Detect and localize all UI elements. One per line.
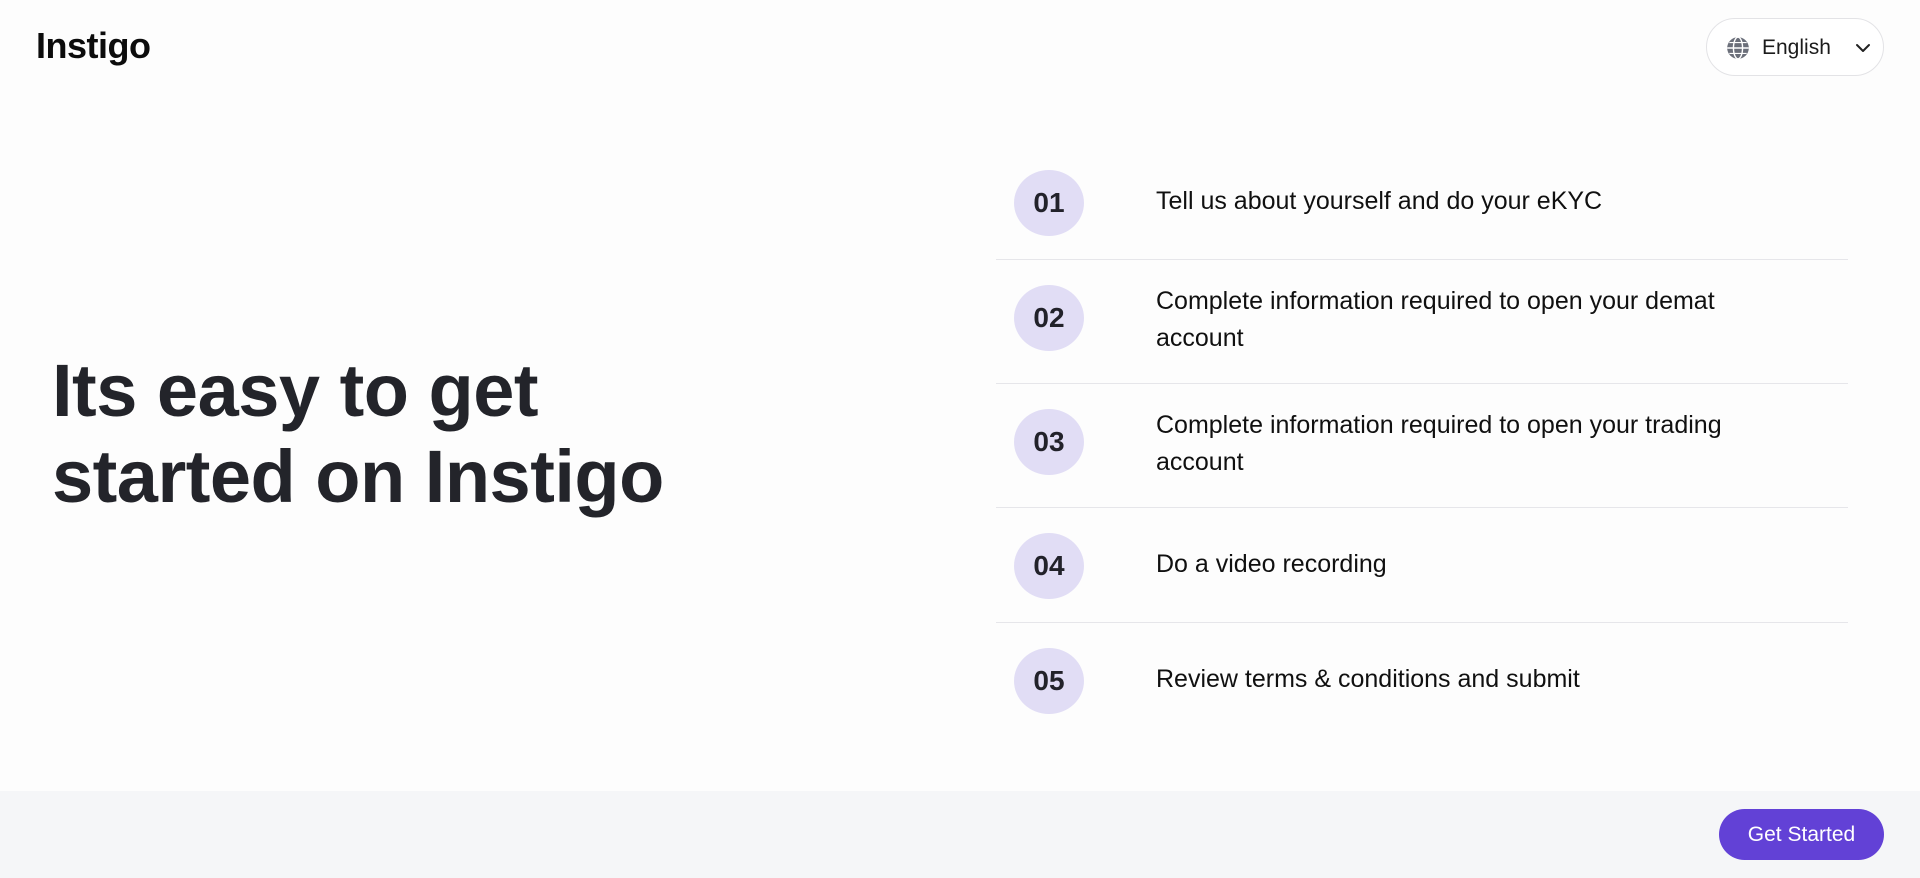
step-item: 05 Review terms & conditions and submit xyxy=(996,623,1848,738)
language-label: English xyxy=(1762,36,1831,59)
step-text: Complete information required to open yo… xyxy=(1156,411,1722,476)
step-item: 03 Complete information required to open… xyxy=(996,384,1848,508)
step-number-badge: 04 xyxy=(1014,533,1084,599)
footer-bar xyxy=(0,791,1920,878)
step-text: Do a video recording xyxy=(1156,550,1387,578)
step-number-badge: 05 xyxy=(1014,648,1084,714)
step-item: 04 Do a video recording xyxy=(996,508,1848,623)
hero-heading-line-1: Its easy to get xyxy=(52,349,539,432)
step-text: Review terms & conditions and submit xyxy=(1156,665,1580,693)
step-text: Tell us about yourself and do your eKYC xyxy=(1156,187,1603,215)
step-number-badge: 01 xyxy=(1014,170,1084,236)
language-selector[interactable]: English xyxy=(1706,18,1884,76)
get-started-button[interactable]: Get Started xyxy=(1719,809,1884,860)
top-bar: Instigo English xyxy=(0,0,1920,96)
step-item: 02 Complete information required to open… xyxy=(996,260,1848,384)
step-text: Complete information required to open yo… xyxy=(1156,287,1715,352)
chevron-down-icon xyxy=(1856,44,1870,52)
hero-heading: Its easy to get started on Instigo xyxy=(52,348,812,520)
step-number-badge: 03 xyxy=(1014,409,1084,475)
step-number-badge: 02 xyxy=(1014,285,1084,351)
brand-logo[interactable]: Instigo xyxy=(36,24,151,68)
globe-icon xyxy=(1727,36,1749,60)
step-item: 01 Tell us about yourself and do your eK… xyxy=(996,145,1848,260)
hero-heading-line-2: started on Instigo xyxy=(52,435,664,518)
steps-list: 01 Tell us about yourself and do your eK… xyxy=(996,145,1848,738)
